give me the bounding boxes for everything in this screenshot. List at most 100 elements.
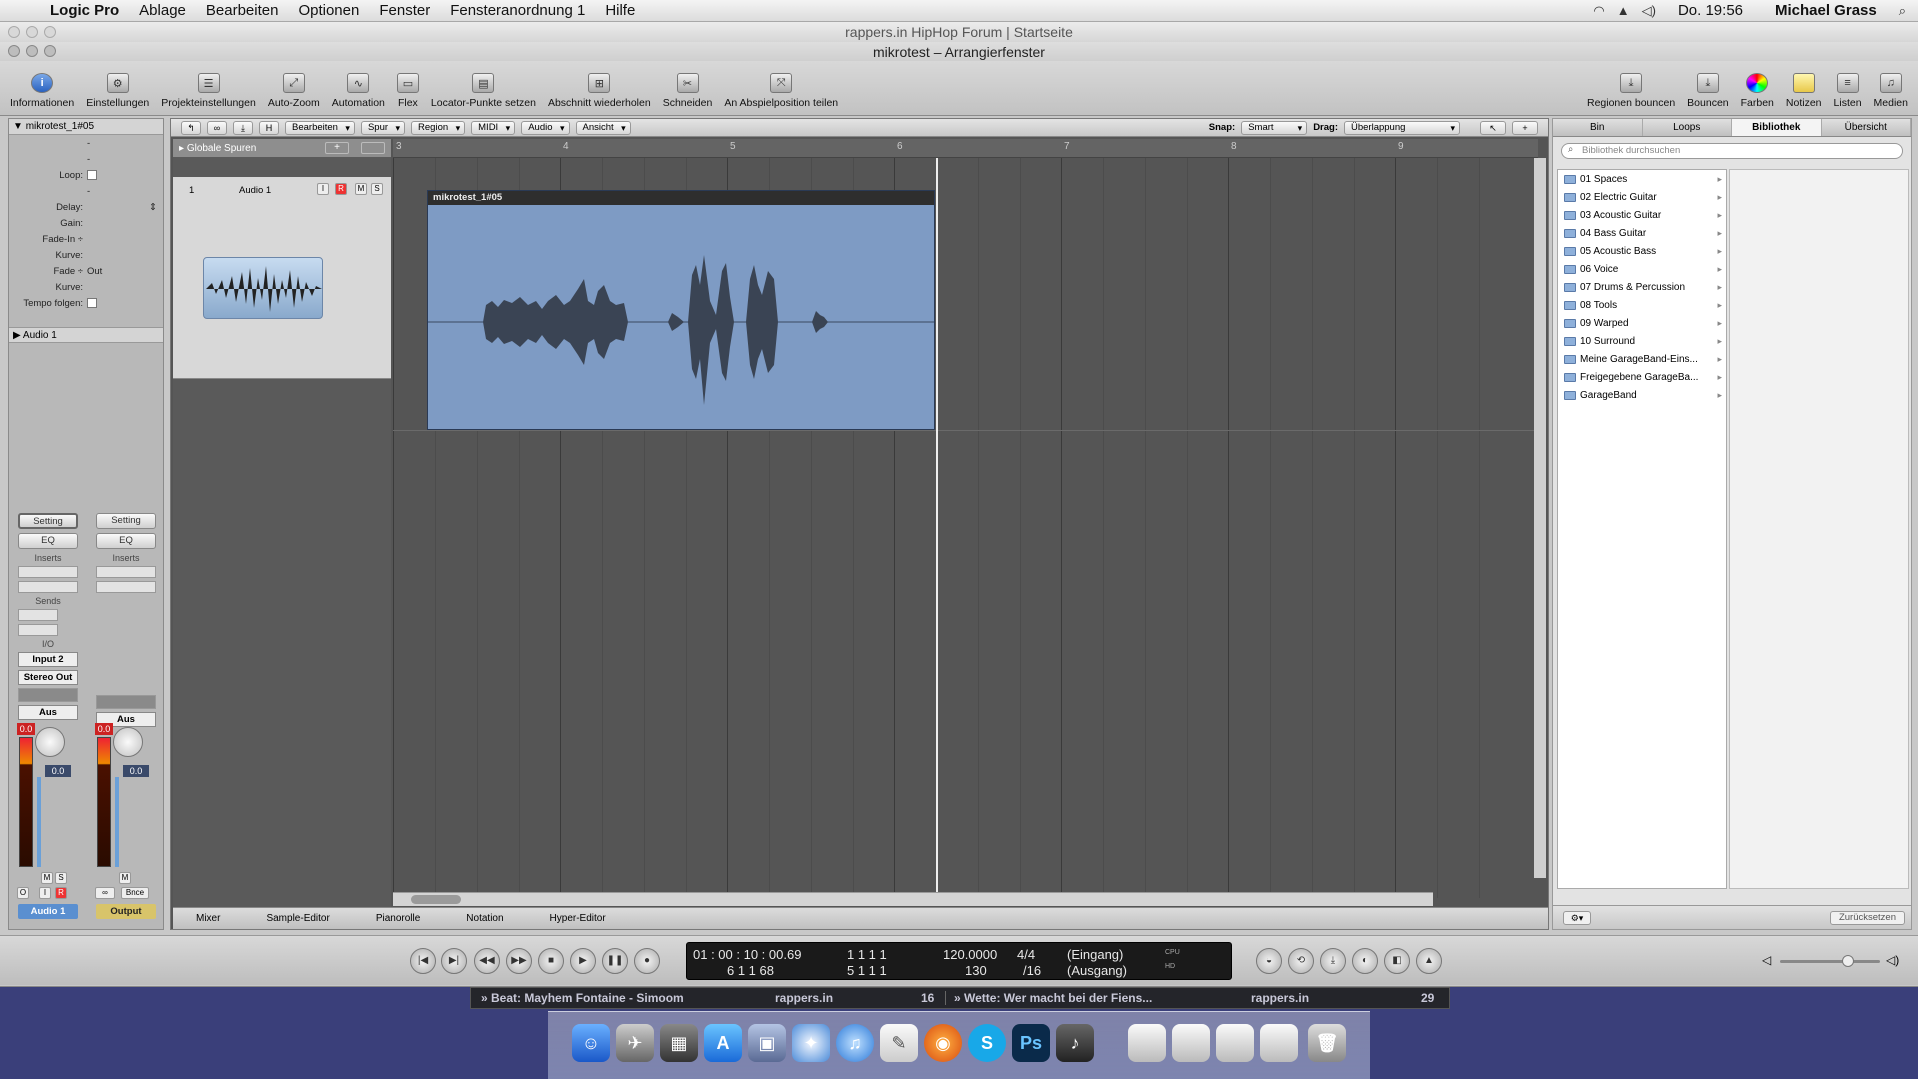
track-menu[interactable]: Spur (360, 120, 406, 135)
scroll-thumb[interactable] (411, 895, 461, 904)
fadein-label[interactable]: Fade-In ÷ (9, 234, 87, 245)
toolbar-medien[interactable]: ♫ Medien (1868, 73, 1914, 109)
setting-button[interactable]: Setting (18, 513, 78, 529)
cycle-icon[interactable]: ⟲ (1288, 948, 1314, 974)
launchpad-icon[interactable]: ✈ (616, 1024, 654, 1062)
delay-stepper[interactable]: ⇕ (149, 202, 163, 213)
record-icon[interactable]: ● (634, 948, 660, 974)
pan-knob[interactable] (113, 727, 143, 757)
list-item[interactable]: 03 Acoustic Guitar (1558, 206, 1726, 224)
wifi-icon[interactable]: ◠ (1593, 3, 1604, 19)
photoshop-icon[interactable]: Ps (1012, 1024, 1050, 1062)
textedit-icon[interactable]: ✎ (880, 1024, 918, 1062)
folder-track-icon[interactable] (361, 142, 385, 154)
insert-slot[interactable] (96, 566, 156, 578)
toolbar-farben[interactable]: Farben (1735, 73, 1780, 109)
toolbar-bouncen[interactable]: ⤓ Bouncen (1681, 73, 1734, 109)
ticker-item[interactable]: » Wette: Wer macht bei der Fiens... (945, 991, 1152, 1005)
rewind-icon[interactable]: ◀◀ (474, 948, 500, 974)
zoom-icon[interactable] (44, 45, 56, 57)
document-stack-icon[interactable] (1128, 1024, 1166, 1062)
track-name[interactable]: Audio 1 (239, 185, 271, 196)
insert-slot[interactable] (18, 566, 78, 578)
toolbar-einstellungen[interactable]: ⚙ Einstellungen (80, 73, 155, 109)
toolbar-auto-zoom[interactable]: ⤢ Auto-Zoom (262, 73, 326, 109)
pause-icon[interactable]: ❚❚ (602, 948, 628, 974)
group-slot[interactable] (96, 695, 156, 709)
tab-bibliothek[interactable]: Bibliothek (1732, 119, 1822, 136)
itunes-icon[interactable]: ♫ (836, 1024, 874, 1062)
menu-fenster[interactable]: Fenster (369, 2, 440, 19)
lcd-display[interactable]: 01 : 00 : 10 : 00.69 6 1 1 68 1 1 1 1 5 … (686, 942, 1232, 980)
toolbar-split-playhead[interactable]: ⤧ An Abspielposition teilen (718, 73, 844, 109)
fader-display[interactable]: 0.0 (123, 765, 149, 777)
list-item[interactable]: Freigegebene GarageBa... (1558, 368, 1726, 386)
autopunch-icon[interactable]: ⤓ (1320, 948, 1346, 974)
automation-mode[interactable]: Aus (18, 705, 78, 720)
volume-fader[interactable] (115, 777, 119, 867)
back-icon[interactable]: ↰ (181, 120, 201, 135)
list-item[interactable]: Meine GarageBand-Eins... (1558, 350, 1726, 368)
arrange-canvas[interactable]: mikrotest_1#05 (393, 158, 1538, 898)
toolbar-regionen-bouncen[interactable]: ⤓ Regionen bouncen (1581, 73, 1681, 109)
send-slot[interactable] (18, 624, 58, 636)
ticker-site[interactable]: rappers.in (775, 991, 833, 1005)
spotlight-icon[interactable]: ⌕ (1899, 3, 1906, 19)
preview-icon[interactable]: ▣ (748, 1024, 786, 1062)
volume-fader[interactable] (37, 777, 41, 867)
toolbar-projekteinstellungen[interactable]: ☰ Projekteinstellungen (155, 73, 262, 109)
hide-button[interactable]: H (259, 120, 279, 135)
solo-button[interactable]: S (371, 183, 383, 195)
document-stack-icon[interactable] (1172, 1024, 1210, 1062)
eject-icon[interactable]: ▲ (1617, 3, 1630, 18)
record-enable-button[interactable]: R (55, 887, 67, 899)
region-params-header[interactable]: ▼ mikrotest_1#05 (9, 119, 163, 135)
go-to-position-icon[interactable]: ▶| (441, 948, 467, 974)
fast-forward-icon[interactable]: ▶▶ (506, 948, 532, 974)
mute-button[interactable]: M (41, 872, 53, 884)
vertical-scrollbar[interactable] (1534, 158, 1546, 878)
eq-button[interactable]: EQ (18, 533, 78, 549)
tempo-checkbox[interactable] (87, 298, 97, 308)
toolbar-locator[interactable]: ▤ Locator-Punkte setzen (425, 73, 542, 109)
tab-pianorolle[interactable]: Pianorolle (353, 913, 443, 924)
toolbar-notizen[interactable]: Notizen (1780, 73, 1828, 109)
insert-slot[interactable] (18, 581, 78, 593)
track-icon[interactable] (203, 257, 323, 319)
fade-value[interactable]: Out (87, 266, 102, 277)
bounce-button[interactable]: Bnce (121, 887, 149, 899)
setting-button[interactable]: Setting (96, 513, 156, 529)
tab-loops[interactable]: Loops (1643, 119, 1732, 136)
audio-menu[interactable]: Audio (521, 120, 570, 135)
snap-select[interactable]: Smart (1241, 120, 1308, 135)
audio-region[interactable]: mikrotest_1#05 (427, 190, 935, 430)
channel-name[interactable]: Output (96, 904, 156, 919)
firefox-icon[interactable]: ◉ (924, 1024, 962, 1062)
list-item[interactable]: 07 Drums & Percussion (1558, 278, 1726, 296)
horizontal-scrollbar[interactable] (393, 892, 1433, 906)
tab-notation[interactable]: Notation (443, 913, 526, 924)
list-item[interactable]: 02 Electric Guitar (1558, 188, 1726, 206)
replace-icon[interactable]: ◒ (1256, 948, 1282, 974)
list-item[interactable]: 08 Tools (1558, 296, 1726, 314)
close-icon[interactable] (8, 45, 20, 57)
link-icon[interactable]: ∞ (207, 120, 227, 135)
pan-knob[interactable] (35, 727, 65, 757)
tab-bin[interactable]: Bin (1553, 119, 1643, 136)
menu-fensteranordnung[interactable]: Fensteranordnung 1 (440, 2, 595, 19)
skype-icon[interactable]: S (968, 1024, 1006, 1062)
list-item[interactable]: GarageBand (1558, 386, 1726, 404)
insert-slot[interactable] (96, 581, 156, 593)
tab-uebersicht[interactable]: Übersicht (1822, 119, 1911, 136)
list-item[interactable]: 10 Surround (1558, 332, 1726, 350)
drag-select[interactable]: Überlappung (1344, 120, 1460, 135)
user-name[interactable]: Michael Grass (1765, 2, 1887, 19)
minimize-icon[interactable] (26, 26, 38, 38)
minimize-icon[interactable] (26, 45, 38, 57)
sync-icon[interactable]: ◧ (1384, 948, 1410, 974)
gear-icon[interactable]: ⚙▾ (1563, 911, 1591, 925)
mute-button[interactable]: M (355, 183, 367, 195)
toolbar-listen[interactable]: ≡ Listen (1828, 73, 1868, 109)
zoom-icon[interactable] (44, 26, 56, 38)
logic-icon[interactable]: ♪ (1056, 1024, 1094, 1062)
